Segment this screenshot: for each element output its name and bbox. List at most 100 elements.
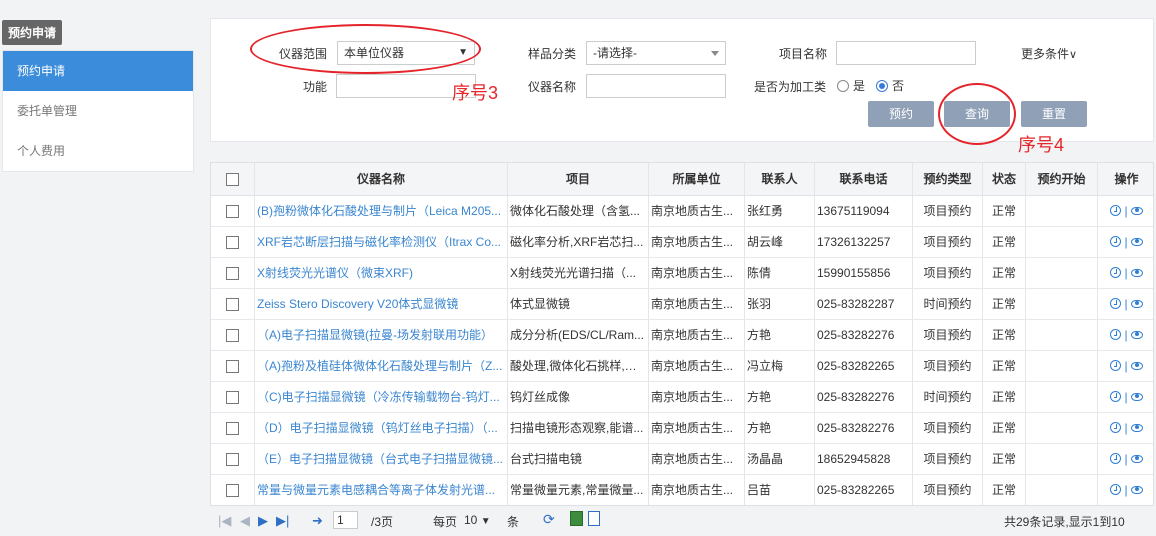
row-select-cell <box>211 475 255 505</box>
instrument-name-link[interactable]: （E）电子扫描显微镜（台式电子扫描显微镜... <box>255 444 508 474</box>
row-checkbox[interactable] <box>226 267 239 281</box>
row-checkbox[interactable] <box>226 329 239 343</box>
sidebar-item-reservation[interactable]: 预约申请 <box>3 51 193 91</box>
unit-cell: 南京地质古生... <box>649 444 745 474</box>
go-page-icon[interactable]: ➜ <box>312 513 323 529</box>
col-header-type[interactable]: 预约类型 <box>913 163 983 195</box>
view-icon[interactable] <box>1130 269 1143 277</box>
per-page-select[interactable]: 10 ▼ <box>464 513 491 527</box>
radio-no[interactable]: 否 <box>876 77 904 94</box>
view-icon[interactable] <box>1130 486 1143 494</box>
actions-cell: | <box>1098 475 1153 505</box>
schedule-icon[interactable] <box>1110 205 1122 216</box>
schedule-icon[interactable] <box>1110 267 1122 278</box>
last-page-icon[interactable]: ▶| <box>276 513 289 529</box>
row-checkbox[interactable] <box>226 391 239 405</box>
row-select-cell <box>211 196 255 226</box>
instrument-input[interactable] <box>586 74 726 98</box>
schedule-icon[interactable] <box>1110 329 1122 340</box>
view-icon[interactable] <box>1130 424 1143 432</box>
table-row: 常量与微量元素电感耦合等离子体发射光谱... 常量微量元素,常量微量... 南京地质… <box>211 475 1153 505</box>
view-icon[interactable] <box>1130 331 1143 339</box>
instrument-name-link[interactable]: (B)孢粉微体化石酸处理与制片（Leica M205... <box>255 196 508 226</box>
view-icon[interactable] <box>1130 393 1143 401</box>
row-checkbox[interactable] <box>226 422 239 436</box>
view-icon[interactable] <box>1130 207 1143 215</box>
status-cell: 正常 <box>983 196 1026 226</box>
prev-page-icon[interactable]: ◀ <box>240 513 250 529</box>
project-cell: 体式显微镜 <box>508 289 649 319</box>
col-header-status[interactable]: 状态 <box>983 163 1026 195</box>
table-row: （D）电子扫描显微镜（钨灯丝电子扫描）（... 扫描电镜形态观察,能谱... 南京地… <box>211 413 1153 444</box>
sidebar-item-commission[interactable]: 委托单管理 <box>3 91 193 131</box>
instrument-name-link[interactable]: （A)电子扫描显微镜(拉曼-场发射联用功能） <box>255 320 508 350</box>
view-icon[interactable] <box>1130 238 1143 246</box>
col-header-unit[interactable]: 所属单位 <box>649 163 745 195</box>
page-input[interactable]: 1 <box>333 511 358 529</box>
sidebar-item-personal-fees[interactable]: 个人费用 <box>3 131 193 171</box>
status-cell: 正常 <box>983 258 1026 288</box>
start-cell <box>1026 196 1098 226</box>
schedule-icon[interactable] <box>1110 236 1122 247</box>
col-header-actions: 操作 <box>1114 172 1139 186</box>
document-export-icon[interactable] <box>588 511 600 526</box>
select-all-checkbox[interactable] <box>226 173 239 187</box>
instrument-name-link[interactable]: （A)孢粉及植硅体微体化石酸处理与制片（Z... <box>255 351 508 381</box>
contact-cell: 张红勇 <box>745 196 815 226</box>
row-select-cell <box>211 382 255 412</box>
schedule-icon[interactable] <box>1110 391 1122 402</box>
reserve-button[interactable]: 预约 <box>868 101 934 127</box>
col-header-contact[interactable]: 联系人 <box>745 163 815 195</box>
row-checkbox[interactable] <box>226 205 239 219</box>
unit-cell: 南京地质古生... <box>649 258 745 288</box>
col-header-start[interactable]: 预约开始 <box>1026 163 1098 195</box>
row-checkbox[interactable] <box>226 236 239 250</box>
view-icon[interactable] <box>1130 300 1143 308</box>
filter-panel: 仪器范围 本单位仪器 ▼ 样品分类 -请选择- 项目名称 更多条件∨ 功能 仪器… <box>210 18 1154 155</box>
col-header-name[interactable]: 仪器名称 <box>255 163 508 195</box>
more-conditions-label: 更多条件 <box>1021 47 1070 61</box>
schedule-icon[interactable] <box>1110 298 1122 309</box>
type-cell: 时间预约 <box>913 289 983 319</box>
schedule-icon[interactable] <box>1110 453 1122 464</box>
project-cell: 台式扫描电镜 <box>508 444 649 474</box>
type-cell: 时间预约 <box>913 382 983 412</box>
separator: | <box>1124 483 1128 497</box>
annotation-step4: 序号4 <box>1018 135 1065 155</box>
view-icon[interactable] <box>1130 362 1143 370</box>
instrument-name-link[interactable]: （C)电子扫描显微镜（冷冻传输载物台-钨灯... <box>255 382 508 412</box>
col-header-project[interactable]: 项目 <box>508 163 649 195</box>
phone-cell: 025-83282265 <box>815 475 913 505</box>
phone-cell: 025-83282287 <box>815 289 913 319</box>
refresh-icon[interactable]: ⟳ <box>543 511 555 528</box>
actions-cell: | <box>1098 289 1153 319</box>
row-select-cell <box>211 258 255 288</box>
next-page-icon[interactable]: ▶ <box>258 513 268 529</box>
per-page-label: 每页 <box>433 515 458 529</box>
contact-cell: 冯立梅 <box>745 351 815 381</box>
sample-select[interactable]: -请选择- <box>586 41 726 65</box>
table-row: （A)电子扫描显微镜(拉曼-场发射联用功能） 成分分析(EDS/CL/Ram...… <box>211 320 1153 351</box>
instrument-name-link[interactable]: X射线荧光光谱仪（微束XRF) <box>255 258 508 288</box>
radio-yes[interactable]: 是 <box>837 77 865 94</box>
instrument-name-link[interactable]: XRF岩芯断层扫描与磁化率检测仪（Itrax Co... <box>255 227 508 257</box>
row-checkbox[interactable] <box>226 484 239 498</box>
reset-button[interactable]: 重置 <box>1021 101 1087 127</box>
row-checkbox[interactable] <box>226 298 239 312</box>
row-checkbox[interactable] <box>226 360 239 374</box>
instrument-name-link[interactable]: 常量与微量元素电感耦合等离子体发射光谱... <box>255 475 508 505</box>
excel-export-icon[interactable] <box>570 511 583 526</box>
row-checkbox[interactable] <box>226 453 239 467</box>
col-header-phone[interactable]: 联系电话 <box>815 163 913 195</box>
project-input[interactable] <box>836 41 976 65</box>
chevron-down-icon: ▼ <box>480 516 491 527</box>
schedule-icon[interactable] <box>1110 360 1122 371</box>
view-icon[interactable] <box>1130 455 1143 463</box>
first-page-icon[interactable]: |◀ <box>218 513 231 529</box>
instrument-name-link[interactable]: （D）电子扫描显微镜（钨灯丝电子扫描）（... <box>255 413 508 443</box>
schedule-icon[interactable] <box>1110 484 1122 495</box>
table-row: XRF岩芯断层扫描与磁化率检测仪（Itrax Co... 磁化率分析,XRF岩芯扫… <box>211 227 1153 258</box>
instrument-name-link[interactable]: Zeiss Stero Discovery V20体式显微镜 <box>255 289 508 319</box>
more-conditions[interactable]: 更多条件∨ <box>1021 45 1077 62</box>
schedule-icon[interactable] <box>1110 422 1122 433</box>
